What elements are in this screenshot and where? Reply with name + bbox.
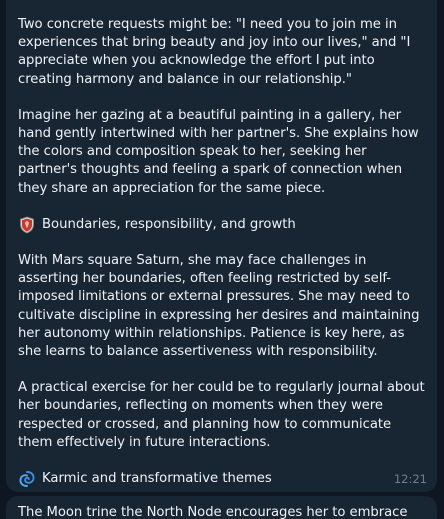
chat-area: Two concrete requests might be: "I need … — [0, 0, 444, 519]
cyclone-icon — [18, 470, 36, 488]
message-paragraph-gallery: Imagine her gazing at a beautiful painti… — [18, 107, 419, 196]
message-timestamp: 12:21 — [393, 472, 427, 486]
section-title: Boundaries, responsibility, and growth — [42, 216, 296, 232]
next-message-bubble[interactable]: The Moon trine the North Node encourages… — [6, 496, 437, 519]
section-heading-boundaries: Boundaries, responsibility, and growth — [18, 216, 425, 234]
message-paragraph-exercise: A practical exercise for her could be to… — [18, 380, 425, 450]
shield-icon — [18, 216, 36, 234]
message-paragraph-requests: Two concrete requests might be: "I need … — [18, 17, 411, 87]
section-heading-karmic: Karmic and transformative themes — [18, 470, 425, 488]
next-message-text: The Moon trine the North Node encourages… — [18, 505, 408, 519]
section-title: Karmic and transformative themes — [42, 471, 272, 487]
message-paragraph-mars-saturn: With Mars square Saturn, she may face ch… — [18, 253, 420, 360]
message-bubble[interactable]: Two concrete requests might be: "I need … — [6, 0, 437, 492]
